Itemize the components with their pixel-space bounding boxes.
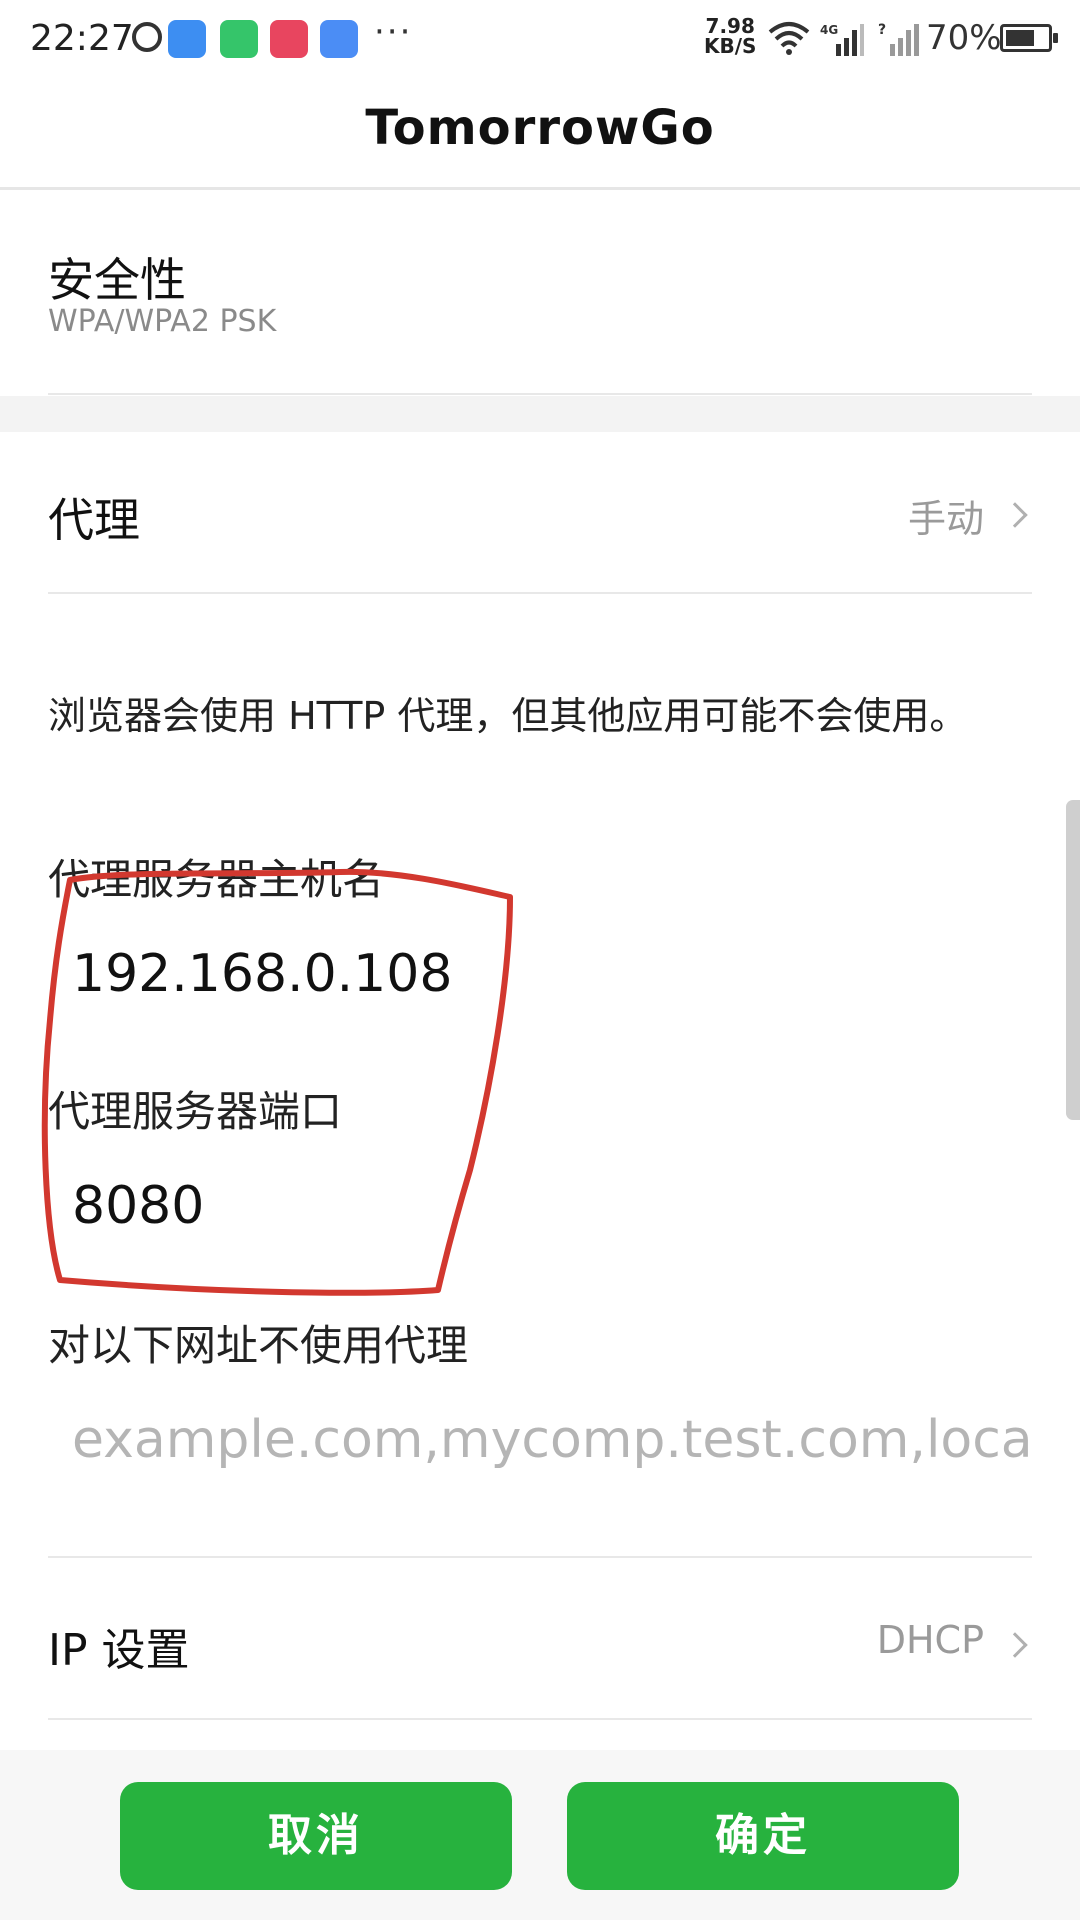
ip-settings-row[interactable]: IP 设置 DHCP — [0, 1560, 1080, 1720]
proxy-mode-value: 手动 — [907, 497, 984, 541]
red-app-icon — [270, 20, 308, 58]
scrollbar[interactable] — [1066, 800, 1080, 1120]
section-gap — [0, 396, 1080, 432]
proxy-label: 代理 — [48, 493, 140, 547]
security-value: WPA/WPA2 PSK — [48, 304, 277, 339]
wifi-proxy-settings-screen: 22:27 ··· 7.98 KB/S 4G ? 70% TomorrowGo … — [0, 0, 1080, 1920]
bypass-input[interactable]: example.com,mycomp.test.com,localho — [72, 1410, 1032, 1470]
shield-icon — [320, 20, 358, 58]
page-title: TomorrowGo — [365, 100, 715, 156]
more-notifications-icon: ··· — [374, 12, 413, 52]
network-speed-unit: KB/S — [704, 34, 757, 58]
svg-text:?: ? — [878, 22, 886, 38]
confirm-button[interactable]: 确定 — [567, 1782, 959, 1890]
proxy-host-input[interactable]: 192.168.0.108 — [72, 944, 452, 1004]
clock: 22:27 — [30, 18, 134, 59]
divider — [48, 393, 1032, 395]
divider — [48, 1718, 1032, 1720]
chevron-right-icon — [1002, 502, 1028, 528]
cloud-icon — [168, 20, 206, 58]
proxy-row[interactable]: 代理 手动 — [0, 432, 1080, 592]
signal-4g-icon: 4G — [820, 23, 864, 56]
network-speed-value: 7.98 — [705, 14, 755, 38]
battery-fill — [1006, 30, 1034, 46]
battery-icon — [1000, 24, 1058, 52]
title-bar: TomorrowGo — [0, 78, 1080, 190]
proxy-port-input[interactable]: 8080 — [72, 1176, 204, 1236]
svg-text:4G: 4G — [820, 23, 838, 37]
wifi-icon — [768, 22, 810, 55]
proxy-host-label: 代理服务器主机名 — [48, 855, 385, 904]
ip-settings-label: IP 设置 — [48, 1625, 190, 1676]
cancel-button[interactable]: 取消 — [120, 1782, 512, 1890]
alarm-icon — [132, 22, 162, 52]
ip-settings-value: DHCP — [876, 1618, 984, 1662]
network-speed: 7.98 KB/S — [704, 16, 756, 56]
proxy-port-label: 代理服务器端口 — [48, 1087, 343, 1136]
security-label: 安全性 — [48, 253, 186, 307]
divider — [48, 592, 1032, 594]
signal-icon: ? — [878, 22, 919, 56]
divider — [48, 1556, 1032, 1558]
proxy-note: 浏览器会使用 HTTP 代理，但其他应用可能不会使用。 — [48, 694, 968, 738]
battery-percent: 70% — [926, 18, 1002, 58]
chat-icon — [220, 20, 258, 58]
status-bar: 22:27 ··· 7.98 KB/S 4G ? 70% — [0, 0, 1080, 78]
security-row: 安全性 WPA/WPA2 PSK — [0, 192, 1080, 394]
bypass-label: 对以下网址不使用代理 — [48, 1321, 469, 1370]
chevron-right-icon — [1002, 1632, 1028, 1658]
